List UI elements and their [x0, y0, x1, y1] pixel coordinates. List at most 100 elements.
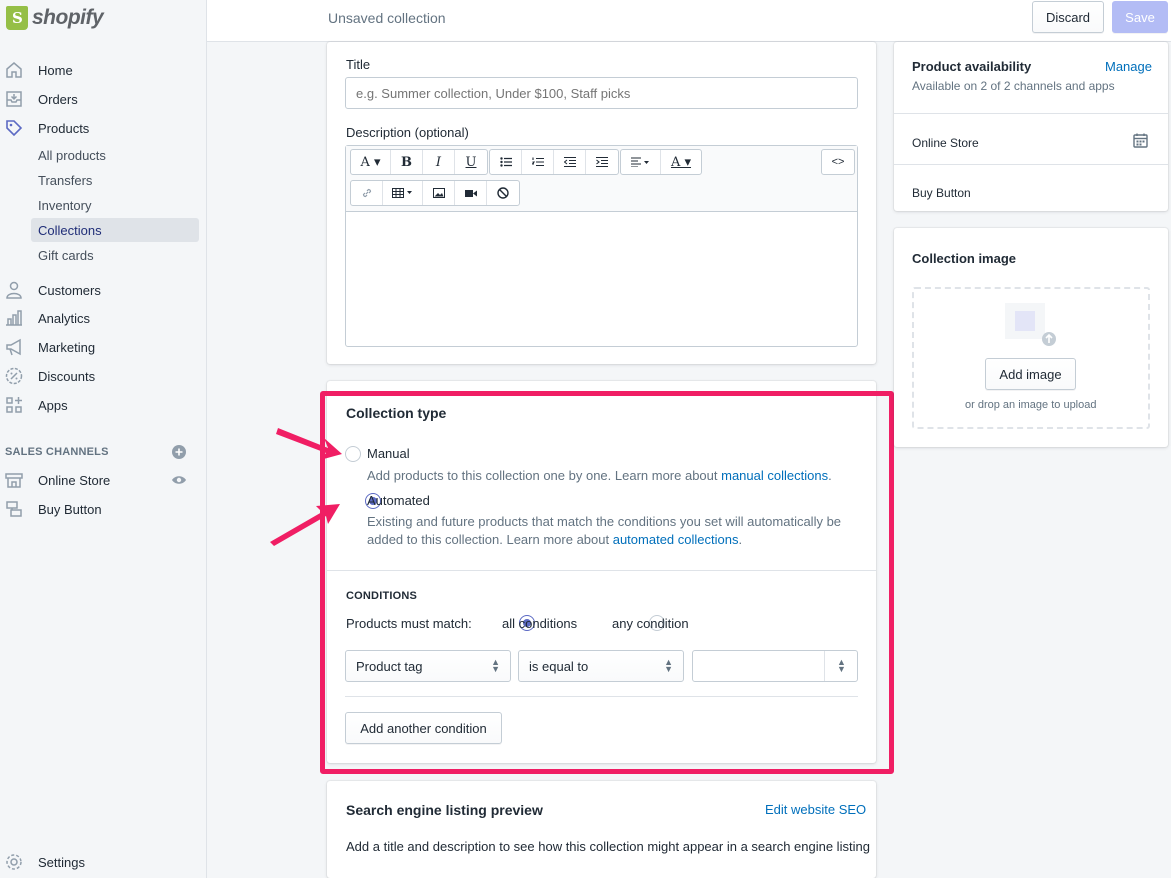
title-label: Title	[346, 57, 371, 72]
analytics-icon	[6, 310, 22, 326]
bold-button[interactable]: B	[391, 150, 423, 174]
gear-icon	[6, 854, 22, 870]
channel-online-store: Online Store	[912, 136, 979, 150]
sidebar-item-buy-button[interactable]: Buy Button	[0, 495, 207, 523]
manage-link[interactable]: Manage	[1105, 59, 1152, 74]
automated-description-text: added to this collection. Learn more abo…	[367, 532, 613, 547]
toolbar-group-media	[350, 180, 520, 206]
divider	[894, 164, 1168, 165]
input-divider	[824, 651, 825, 681]
sidebar-item-analytics[interactable]: Analytics	[0, 304, 207, 332]
divider	[894, 113, 1168, 114]
html-code-button[interactable]: <>	[822, 150, 854, 174]
collection-type-card	[327, 381, 876, 763]
seo-heading: Search engine listing preview	[346, 802, 543, 818]
outdent-icon[interactable]	[554, 150, 586, 174]
manual-label[interactable]: Manual	[367, 446, 410, 461]
sidebar-subitem-collections[interactable]: Collections	[31, 218, 199, 242]
toolbar-group-text: A ▾ B I U	[350, 149, 488, 175]
manual-description: Add products to this collection one by o…	[367, 468, 832, 483]
sidebar: shopify Home Orders Products All product…	[0, 0, 207, 878]
condition-operator-select[interactable]: is equal to ▲ ▼	[518, 650, 684, 682]
sales-channels-heading: SALES CHANNELS	[5, 446, 109, 458]
underline-button[interactable]: U	[455, 150, 487, 174]
annotation-arrow-icon	[270, 428, 342, 546]
title-input[interactable]	[345, 77, 858, 109]
calendar-icon[interactable]	[1133, 133, 1148, 148]
sidebar-item-customers[interactable]: Customers	[0, 276, 207, 304]
sidebar-item-settings[interactable]: Settings	[0, 848, 207, 876]
align-icon[interactable]	[621, 150, 661, 174]
edit-website-seo-link[interactable]: Edit website SEO	[765, 802, 866, 817]
image-upload-icon	[1005, 303, 1056, 346]
collection-type-heading: Collection type	[346, 405, 447, 421]
sidebar-subitem-inventory[interactable]: Inventory	[31, 193, 199, 217]
numbered-list-icon[interactable]	[522, 150, 554, 174]
page-title: Unsaved collection	[328, 10, 446, 26]
sidebar-subitem-transfers[interactable]: Transfers	[31, 168, 199, 192]
sidebar-subitem-all-products[interactable]: All products	[31, 143, 199, 167]
sidebar-item-home[interactable]: Home	[0, 56, 207, 84]
eye-icon[interactable]	[171, 473, 187, 487]
save-button[interactable]: Save	[1112, 1, 1168, 33]
automated-collections-link[interactable]: automated collections	[613, 532, 739, 547]
orders-icon	[6, 91, 22, 107]
sidebar-item-products[interactable]: Products	[0, 114, 207, 142]
sidebar-item-label: Online Store	[38, 472, 111, 488]
automated-label[interactable]: Automated	[367, 493, 430, 508]
megaphone-icon	[6, 338, 21, 356]
seo-description: Add a title and description to see how t…	[346, 839, 870, 854]
select-arrows-icon: ▲ ▼	[664, 657, 673, 674]
italic-button[interactable]: I	[423, 150, 455, 174]
condition-field-select[interactable]: Product tag ▲ ▼	[345, 650, 511, 682]
discard-button[interactable]: Discard	[1032, 1, 1104, 33]
buy-button-icon	[6, 501, 22, 517]
divider	[327, 570, 876, 571]
text-color-button[interactable]: A ▾	[661, 150, 701, 174]
image-icon[interactable]	[423, 181, 455, 205]
indent-icon[interactable]	[586, 150, 618, 174]
sidebar-item-label: Discounts	[38, 368, 96, 384]
sidebar-item-discounts[interactable]: Discounts	[0, 362, 207, 390]
any-condition-label[interactable]: any condition	[612, 616, 689, 631]
link-icon[interactable]	[351, 181, 383, 205]
apps-icon	[6, 397, 22, 413]
sidebar-item-label: Orders	[38, 91, 78, 107]
font-color-button[interactable]: A ▾	[351, 150, 391, 174]
sidebar-item-label: Apps	[38, 397, 68, 413]
bullet-list-icon[interactable]	[490, 150, 522, 174]
toolbar-group-lists	[489, 149, 619, 175]
sidebar-item-label: Marketing	[38, 339, 96, 355]
sidebar-item-orders[interactable]: Orders	[0, 85, 207, 113]
description-label: Description (optional)	[346, 125, 469, 140]
shopify-logo[interactable]: shopify	[6, 4, 104, 32]
add-image-button[interactable]: Add image	[985, 358, 1076, 390]
value-stepper-icon[interactable]: ▲ ▼	[837, 658, 846, 674]
add-channel-icon[interactable]	[172, 445, 186, 459]
customer-icon	[6, 281, 22, 299]
sidebar-item-apps[interactable]: Apps	[0, 391, 207, 419]
channel-buy-button: Buy Button	[912, 186, 971, 200]
sidebar-item-marketing[interactable]: Marketing	[0, 333, 207, 361]
manual-collections-link[interactable]: manual collections	[721, 468, 828, 483]
collection-image-heading: Collection image	[912, 251, 1017, 266]
automated-description-line2: added to this collection. Learn more abo…	[367, 532, 743, 547]
availability-heading: Product availability	[912, 59, 1032, 74]
home-icon	[6, 62, 22, 78]
all-conditions-label[interactable]: all conditions	[502, 616, 577, 631]
sidebar-item-label: Settings	[38, 854, 85, 870]
video-icon[interactable]	[455, 181, 487, 205]
table-icon[interactable]	[383, 181, 423, 205]
toolbar-group-align: A ▾	[620, 149, 702, 175]
sidebar-item-label: Products	[38, 120, 90, 136]
manual-description-text: Add products to this collection one by o…	[367, 468, 722, 483]
tag-icon	[6, 120, 23, 137]
sidebar-item-label: Analytics	[38, 310, 91, 326]
toolbar-group-code: <>	[821, 149, 855, 175]
availability-subtitle: Available on 2 of 2 channels and apps	[912, 79, 1115, 93]
add-another-condition-button[interactable]: Add another condition	[345, 712, 502, 744]
condition-value-input[interactable]: ▲ ▼	[692, 650, 858, 682]
clear-formatting-icon[interactable]	[487, 181, 519, 205]
sidebar-subitem-gift-cards[interactable]: Gift cards	[31, 243, 199, 267]
store-icon	[5, 473, 23, 488]
